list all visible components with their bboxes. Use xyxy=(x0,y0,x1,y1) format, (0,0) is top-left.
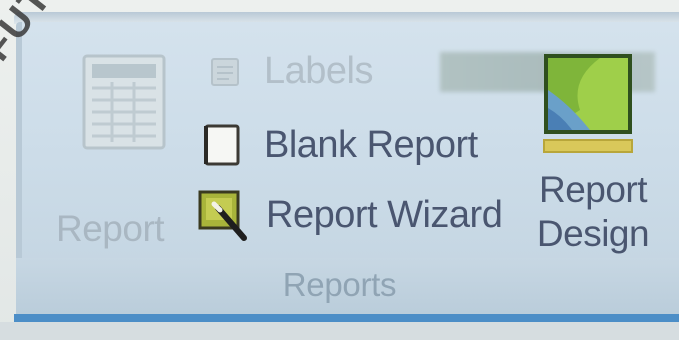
labels-icon xyxy=(211,58,239,86)
report-design-button[interactable]: Report Design xyxy=(520,40,670,260)
report-wizard-button-label: Report Wizard xyxy=(266,193,503,236)
group-title: Reports xyxy=(282,266,397,303)
labels-button[interactable]: Labels xyxy=(208,46,373,96)
ribbon-bottom-accent xyxy=(14,314,679,322)
blank-report-icon xyxy=(204,124,240,166)
blank-report-button[interactable]: Blank Report xyxy=(200,120,478,170)
page-bottom-area xyxy=(0,322,679,340)
report-design-label-line1: Report xyxy=(538,169,648,210)
report-table-icon xyxy=(82,54,166,150)
ribbon-screenshot: Report Labels Blank Report Report Wizard xyxy=(0,0,679,340)
report-wizard-icon xyxy=(198,190,247,241)
report-design-icon xyxy=(543,54,633,153)
report-button-label: Report xyxy=(56,208,165,249)
report-design-label-line2: Design xyxy=(536,213,650,254)
report-wizard-button[interactable]: Report Wizard xyxy=(196,190,503,241)
blank-report-button-label: Blank Report xyxy=(264,123,478,166)
report-button[interactable]: Report xyxy=(48,44,188,249)
report-design-label: Report Design xyxy=(528,168,658,256)
labels-button-label: Labels xyxy=(264,49,373,92)
